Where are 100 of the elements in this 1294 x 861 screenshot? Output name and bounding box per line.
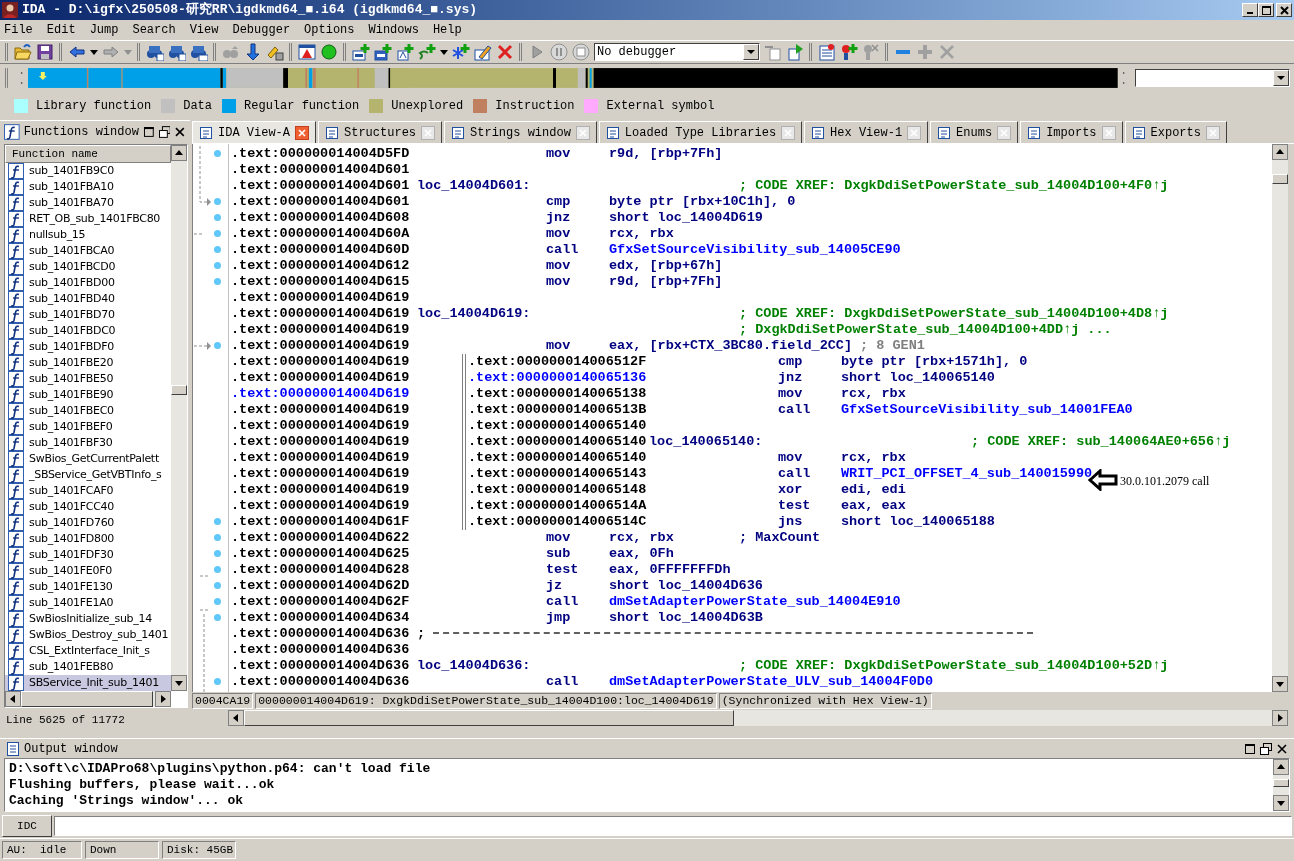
menu-item[interactable]: Options	[304, 21, 355, 39]
function-list-item[interactable]: _SBService_GetVBTInfo_s	[5, 467, 171, 483]
menu-item[interactable]: Search	[132, 21, 176, 39]
vertical-scrollbar[interactable]	[1273, 759, 1289, 811]
function-list-item[interactable]: SwBios_GetCurrentPalett	[5, 451, 171, 467]
restore-icon[interactable]	[158, 125, 171, 138]
tab[interactable]: Exports	[1124, 121, 1227, 143]
code-label[interactable]: loc_14004D601:	[417, 178, 546, 194]
function-list-item[interactable]: sub_1401FE130	[5, 579, 171, 595]
function-list-item[interactable]: SBService_Init_sub_1401	[5, 675, 171, 691]
operand[interactable]: GfxSetSourceVisibility_sub_14005CE90	[609, 242, 901, 258]
tab[interactable]: Structures	[318, 121, 443, 143]
delete-icon[interactable]	[496, 43, 514, 61]
menu-item[interactable]: Windows	[368, 21, 419, 39]
function-list-item[interactable]: sub_1401FBD00	[5, 275, 171, 291]
function-list-item[interactable]: sub_1401FEB80	[5, 659, 171, 675]
open-folder-icon[interactable]	[14, 43, 32, 61]
tab[interactable]: Enums	[930, 121, 1019, 143]
function-list-item[interactable]: nullsub_15	[5, 227, 171, 243]
back-arrow-icon[interactable]	[68, 43, 86, 61]
breakpoint-list-icon[interactable]	[818, 43, 836, 61]
function-list-item[interactable]: sub_1401FDF30	[5, 547, 171, 563]
scroll-thumb[interactable]	[1272, 174, 1288, 184]
warning-window-icon[interactable]	[298, 43, 316, 61]
scroll-right-icon[interactable]	[155, 691, 171, 707]
function-list-item[interactable]: sub_1401FBD70	[5, 307, 171, 323]
function-list-item[interactable]: sub_1401FBA10	[5, 179, 171, 195]
add-enum-icon[interactable]	[452, 43, 470, 61]
function-list-item[interactable]: sub_1401FBD40	[5, 291, 171, 307]
scroll-down-icon[interactable]	[1272, 676, 1288, 692]
maximize-icon[interactable]	[1244, 742, 1256, 755]
column-header[interactable]: Function name	[5, 145, 171, 163]
debugger-dropdown[interactable]: No debugger	[594, 43, 760, 61]
function-list-item[interactable]: sub_1401FB9C0	[5, 163, 171, 179]
function-list-item[interactable]: sub_1401FBEF0	[5, 419, 171, 435]
menu-item[interactable]: Help	[432, 21, 462, 39]
scroll-thumb[interactable]	[244, 710, 734, 726]
circle-icon[interactable]	[320, 43, 338, 61]
stop-icon[interactable]	[572, 43, 590, 61]
function-list-item[interactable]: sub_1401FD760	[5, 515, 171, 531]
function-list-item[interactable]: RET_OB_sub_1401FBC80	[5, 211, 171, 227]
tab[interactable]: Hex View-1	[804, 121, 929, 143]
scroll-thumb[interactable]	[1273, 779, 1289, 787]
close-icon[interactable]	[1276, 742, 1288, 755]
binoculars-icon[interactable]	[190, 43, 208, 61]
function-list-item[interactable]: SwBios_Destroy_sub_1401	[5, 627, 171, 643]
function-list-item[interactable]: sub_1401FBCA0	[5, 243, 171, 259]
scroll-up-icon[interactable]	[1272, 144, 1288, 160]
horizontal-scrollbar[interactable]	[228, 710, 1288, 726]
navigation-combo-box[interactable]	[1135, 69, 1290, 87]
add-string-icon[interactable]	[396, 43, 414, 61]
function-list-item[interactable]: CSL_ExtInterface_Init_s	[5, 643, 171, 659]
function-list-item[interactable]: sub_1401FBE50	[5, 371, 171, 387]
add-code-icon[interactable]	[352, 43, 370, 61]
horizontal-scrollbar[interactable]	[5, 691, 171, 707]
tab[interactable]: Imports	[1020, 121, 1123, 143]
binoculars-icon[interactable]	[168, 43, 186, 61]
minimize-button[interactable]	[1242, 3, 1258, 17]
menu-item[interactable]: File	[4, 21, 33, 39]
tab[interactable]: Loaded Type Libraries	[598, 121, 803, 143]
function-list-item[interactable]: sub_1401FCC40	[5, 499, 171, 515]
save-icon[interactable]	[36, 43, 54, 61]
dropdown-button[interactable]	[743, 44, 759, 60]
binoculars-icon[interactable]	[146, 43, 164, 61]
dropdown-button[interactable]	[1273, 70, 1289, 86]
operand[interactable]: WRIT_PCI_OFFSET_4_sub_140015990	[841, 466, 1093, 482]
scroll-up-icon[interactable]	[171, 145, 187, 161]
maximize-button[interactable]	[1258, 3, 1274, 17]
close-button[interactable]	[1276, 3, 1292, 17]
operand[interactable]: dmSetAdapterPowerState_sub_14004E910	[609, 594, 901, 610]
function-list-item[interactable]: sub_1401FBF30	[5, 435, 171, 451]
function-list-item[interactable]: sub_1401FBE90	[5, 387, 171, 403]
function-list-item[interactable]: sub_1401FBEC0	[5, 403, 171, 419]
edit-icon[interactable]	[474, 43, 492, 61]
down-arrow-icon[interactable]	[244, 43, 262, 61]
operand[interactable]: dmSetAdapterPowerState_ULV_sub_14004F0D0	[609, 674, 934, 690]
menu-item[interactable]: Jump	[89, 21, 119, 39]
idc-button[interactable]: IDC	[2, 815, 52, 837]
operand[interactable]: GfxSetSourceVisibility_sub_14001FEA0	[841, 402, 1133, 418]
function-list-item[interactable]: sub_1401FBA70	[5, 195, 171, 211]
function-list-item[interactable]: sub_1401FE1A0	[5, 595, 171, 611]
code-label[interactable]: loc_14004D619:	[417, 306, 546, 322]
add-data-icon[interactable]	[374, 43, 392, 61]
menu-item[interactable]: Debugger	[232, 21, 291, 39]
add-breakpoint-icon[interactable]	[840, 43, 858, 61]
command-input[interactable]	[54, 816, 1292, 836]
step-icon[interactable]	[764, 43, 782, 61]
close-icon[interactable]	[174, 125, 186, 138]
function-list-item[interactable]: sub_1401FBCD0	[5, 259, 171, 275]
scroll-right-icon[interactable]	[1272, 710, 1288, 726]
run-to-cursor-icon[interactable]	[786, 43, 804, 61]
restore-icon[interactable]	[1260, 742, 1272, 755]
scroll-left-icon[interactable]	[5, 691, 21, 707]
function-list-item[interactable]: sub_1401FE0F0	[5, 563, 171, 579]
tab[interactable]: IDA View-A	[192, 121, 316, 143]
function-list-item[interactable]: SwBiosInitialize_sub_14	[5, 611, 171, 627]
menu-item[interactable]: View	[189, 21, 219, 39]
navigation-band-drawing[interactable]	[27, 68, 1118, 88]
scroll-down-icon[interactable]	[171, 675, 187, 691]
scroll-thumb[interactable]	[21, 691, 153, 707]
